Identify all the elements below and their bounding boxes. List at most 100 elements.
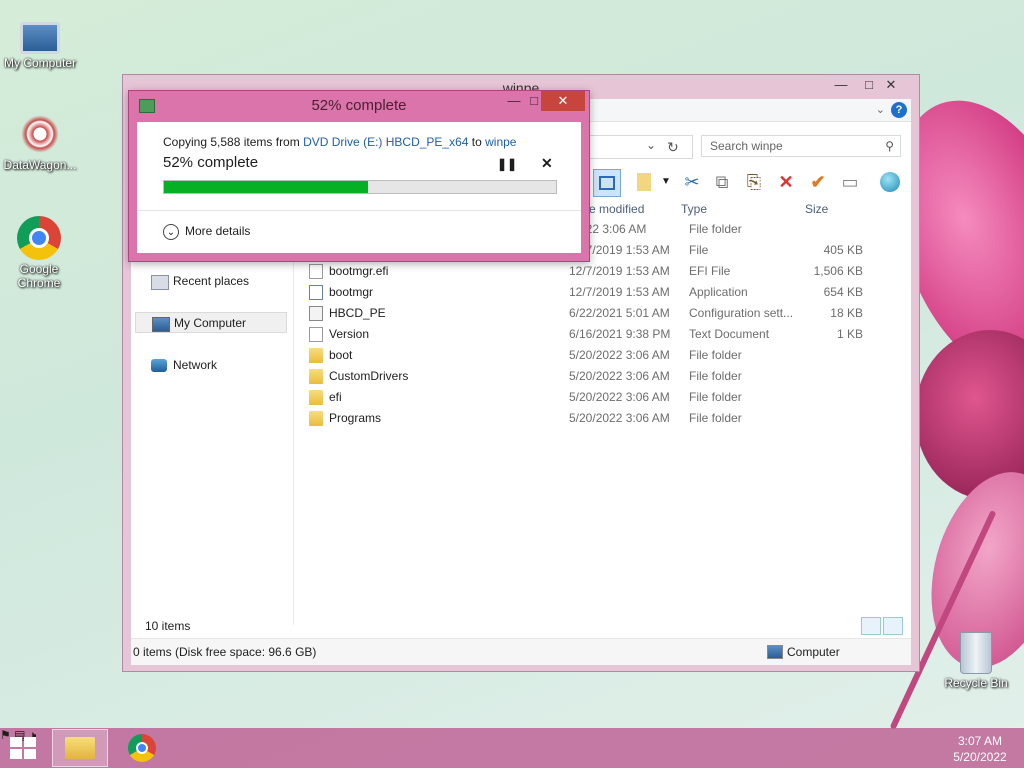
file-type: EFI File — [689, 264, 731, 278]
file-type: Application — [689, 285, 748, 299]
address-dropdown-icon[interactable]: ⌄ — [646, 138, 656, 152]
file-date: 12/7/2019 1:53 AM — [569, 264, 670, 278]
file-date: 12/7/2019 1:53 AM — [569, 285, 670, 299]
layout-pane-icon[interactable] — [593, 169, 621, 197]
start-button[interactable] — [10, 737, 38, 761]
file-icon — [309, 264, 323, 279]
rename-icon[interactable]: ▭ — [837, 169, 863, 195]
file-size: 1,506 KB — [813, 264, 863, 278]
paste-icon[interactable]: ⎘ — [741, 169, 767, 195]
file-date: 5/20/2022 3:06 AM — [569, 411, 670, 425]
toolbar: ▼ ✂ ⧉ ⎘ ✕ ✔ ▭ — [591, 165, 911, 199]
table-row[interactable]: boot 5/20/2022 3:06 AM File folder — [301, 345, 883, 366]
table-row[interactable]: CustomDrivers 5/20/2022 3:06 AM File folde… — [301, 366, 883, 387]
taskbar-chrome-icon[interactable] — [128, 734, 156, 762]
column-size[interactable]: Size — [805, 202, 828, 216]
cancel-copy-button[interactable]: ✕ — [541, 155, 553, 172]
file-type: Text Document — [689, 327, 770, 341]
pause-button[interactable]: ❚❚ — [497, 157, 517, 171]
copy-progress-dialog: 52% complete — □ ✕ Copying 5,588 items f… — [128, 90, 590, 262]
file-name: HBCD_PE — [329, 306, 386, 320]
file-size: 1 KB — [836, 327, 863, 341]
nav-item-my-computer[interactable]: My Computer — [135, 312, 287, 333]
dialog-close-button[interactable]: ✕ — [541, 91, 585, 111]
file-icon — [309, 327, 323, 342]
search-input[interactable]: Search winpe ⚲ — [701, 135, 901, 157]
checkmark-icon[interactable]: ✔ — [805, 169, 831, 195]
more-details-button[interactable]: ⌄ More details — [163, 224, 250, 240]
dialog-body: Copying 5,588 items from DVD Drive (E:) … — [137, 122, 581, 253]
table-row[interactable]: HBCD_PE 6/22/2021 5:01 AM Configuration se… — [301, 303, 883, 324]
clock[interactable]: 3:07 AM 5/20/2022 — [950, 733, 1010, 765]
taskbar-file-explorer[interactable] — [52, 729, 108, 767]
column-date-modified[interactable]: e modified — [589, 202, 644, 216]
chrome-icon — [17, 216, 61, 260]
desktop-icon-my-computer[interactable]: My Computer — [0, 12, 80, 70]
file-size: 405 KB — [823, 243, 863, 257]
datawagon-icon — [18, 112, 62, 156]
file-size: 18 KB — [830, 306, 863, 320]
clock-time: 3:07 AM — [957, 734, 1003, 748]
recent-places-icon — [151, 275, 169, 290]
file-name: CustomDrivers — [329, 369, 409, 383]
config-icon — [309, 306, 323, 321]
nav-item-network[interactable]: Network — [135, 355, 287, 376]
desktop-icon-recycle-bin[interactable]: Recycle Bin — [936, 632, 1016, 690]
file-name: Programs — [329, 411, 382, 425]
file-type: File folder — [689, 369, 742, 383]
file-name: boot — [329, 348, 353, 362]
file-date: 6/22/2021 5:01 AM — [569, 306, 670, 320]
navigation-pane: Recent places My Computer Network — [131, 221, 294, 625]
folder-icon — [65, 737, 95, 759]
progress-bar — [163, 180, 557, 194]
cut-icon[interactable]: ✂ — [679, 169, 705, 195]
computer-icon — [20, 22, 60, 54]
status-bar: 0 items (Disk free space: 96.6 GB) Compu… — [131, 638, 911, 665]
network-icon — [151, 359, 167, 372]
dialog-minimize-button[interactable]: — — [501, 91, 527, 111]
recycle-bin-icon — [960, 632, 992, 674]
table-row[interactable]: bootmgr 12/7/2019 1:53 AM Application 654 K… — [301, 282, 883, 303]
file-name: bootmgr.efi — [329, 264, 389, 278]
desktop-icon-google-chrome[interactable]: Google Chrome — [0, 216, 78, 290]
file-name: bootmgr — [329, 285, 374, 299]
file-date: 6/16/2021 9:38 PM — [569, 327, 671, 341]
nav-item-recent-places[interactable]: Recent places — [135, 271, 287, 292]
globe-icon[interactable] — [877, 169, 903, 195]
view-buttons — [859, 617, 903, 638]
refresh-icon[interactable]: ↻ — [667, 139, 679, 156]
file-name: efi — [329, 390, 342, 404]
item-count-bar: 10 items — [131, 615, 911, 637]
file-type: Configuration sett... — [689, 306, 794, 320]
file-type: File folder — [689, 390, 742, 404]
computer-icon — [152, 317, 170, 332]
close-button[interactable]: ✕ — [869, 75, 913, 95]
destination-link[interactable]: winpe — [485, 135, 516, 149]
folder-icon — [309, 348, 323, 363]
chevron-down-icon: ⌄ — [163, 224, 179, 240]
file-date: 5/20/2022 3:06 AM — [569, 369, 670, 383]
details-view-icon[interactable] — [861, 617, 881, 635]
desktop-icon-datawagon[interactable]: DataWagon... — [0, 112, 80, 172]
source-link[interactable]: DVD Drive (E:) HBCD_PE_x64 — [303, 135, 468, 149]
copy-icon[interactable]: ⧉ — [709, 169, 735, 195]
file-name: Version — [329, 327, 370, 341]
table-row[interactable]: efi 5/20/2022 3:06 AM File folder — [301, 387, 883, 408]
help-icon[interactable]: ? — [891, 102, 907, 118]
file-date: 5/20/2022 3:06 AM — [569, 390, 670, 404]
file-type: File folder — [689, 348, 742, 362]
delete-icon[interactable]: ✕ — [773, 169, 799, 195]
folder-icon — [309, 369, 323, 384]
dialog-maximize-button[interactable]: □ — [527, 91, 541, 111]
table-row[interactable]: Programs 5/20/2022 3:06 AM File folder — [301, 408, 883, 429]
properties-dropdown-icon[interactable]: ▼ — [653, 169, 679, 195]
clock-date: 5/20/2022 — [953, 750, 1007, 764]
column-type[interactable]: Type — [681, 202, 707, 216]
large-icons-view-icon[interactable] — [883, 617, 903, 635]
chevron-down-icon[interactable]: ⌄ — [876, 103, 885, 116]
table-row[interactable]: bootmgr.efi 12/7/2019 1:53 AM EFI File 1,50… — [301, 261, 883, 282]
divider — [137, 210, 581, 211]
minimize-button[interactable]: — — [827, 75, 855, 95]
table-row[interactable]: Version 6/16/2021 9:38 PM Text Document 1 K… — [301, 324, 883, 345]
copy-description: Copying 5,588 items from DVD Drive (E:) … — [163, 135, 517, 149]
